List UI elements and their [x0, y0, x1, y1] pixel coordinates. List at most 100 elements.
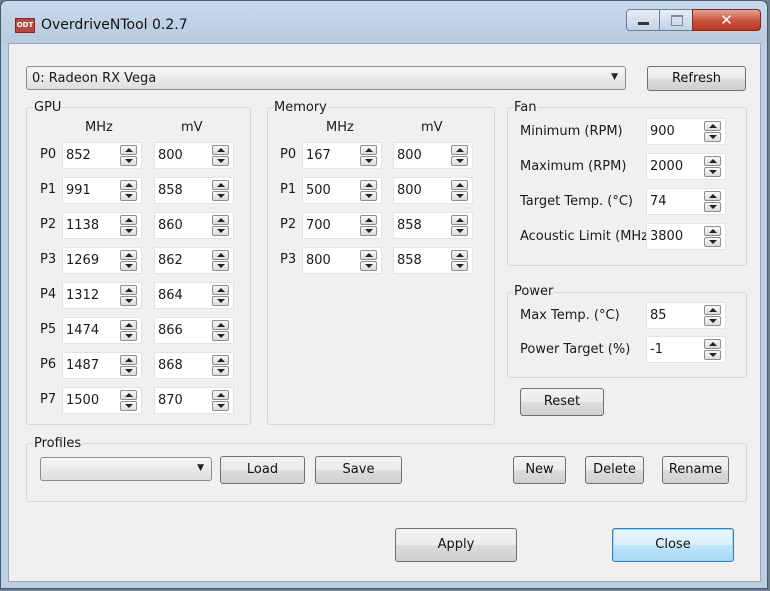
close-window-button[interactable]: ✕ [692, 9, 761, 31]
memory-mv-spinner[interactable]: 800 [393, 142, 473, 169]
spin-down-icon[interactable] [120, 156, 137, 166]
gpu-mhz-spinner[interactable]: 1487 [62, 352, 142, 379]
memory-mhz-spinner[interactable]: 500 [302, 177, 382, 204]
spin-down-icon[interactable] [451, 226, 468, 236]
title-bar[interactable]: ODT OverdriveNTool 0.2.7 ✕ [1, 1, 767, 43]
memory-mhz-spinner[interactable]: 800 [302, 247, 382, 274]
spin-up-icon[interactable] [120, 215, 137, 225]
spin-up-icon[interactable] [120, 180, 137, 190]
gpu-mhz-spinner-value[interactable]: 1138 [66, 218, 99, 233]
spin-down-icon[interactable] [212, 156, 229, 166]
spin-down-icon[interactable] [360, 191, 377, 201]
spin-down-icon[interactable] [212, 366, 229, 376]
fan-setting-spinner[interactable]: 2000 [646, 153, 726, 180]
spin-down-icon[interactable] [120, 296, 137, 306]
spin-down-icon[interactable] [120, 261, 137, 271]
memory-mhz-spinner-value[interactable]: 500 [306, 183, 331, 198]
memory-mhz-spinner-value[interactable]: 167 [306, 148, 331, 163]
minimize-button[interactable] [626, 9, 660, 31]
gpu-mhz-spinner[interactable]: 1269 [62, 247, 142, 274]
gpu-mhz-spinner[interactable]: 1500 [62, 387, 142, 414]
gpu-mhz-spinner[interactable]: 991 [62, 177, 142, 204]
gpu-mv-spinner[interactable]: 800 [154, 142, 234, 169]
gpu-mv-spinner[interactable]: 866 [154, 317, 234, 344]
spin-up-icon[interactable] [120, 250, 137, 260]
fan-setting-spinner-value[interactable]: 900 [650, 124, 675, 139]
gpu-mhz-spinner-value[interactable]: 1474 [66, 323, 99, 338]
gpu-mhz-spinner[interactable]: 852 [62, 142, 142, 169]
gpu-mv-spinner-value[interactable]: 860 [158, 218, 183, 233]
spin-down-icon[interactable] [212, 331, 229, 341]
fan-setting-spinner-value[interactable]: 74 [650, 194, 667, 209]
fan-setting-spinner-value[interactable]: 2000 [650, 159, 683, 174]
memory-mv-spinner-value[interactable]: 800 [397, 183, 422, 198]
spin-down-icon[interactable] [120, 331, 137, 341]
power-setting-spinner[interactable]: 85 [646, 302, 726, 329]
profile-select[interactable]: ▼ [40, 457, 212, 481]
refresh-button[interactable]: Refresh [647, 66, 746, 91]
spin-down-icon[interactable] [704, 237, 721, 247]
power-setting-spinner-value[interactable]: -1 [650, 342, 663, 357]
gpu-select[interactable]: 0: Radeon RX Vega ▼ [26, 66, 626, 90]
memory-mv-spinner-value[interactable]: 858 [397, 253, 422, 268]
spin-up-icon[interactable] [360, 145, 377, 155]
spin-down-icon[interactable] [704, 167, 721, 177]
save-profile-button[interactable]: Save [315, 456, 402, 484]
spin-down-icon[interactable] [360, 156, 377, 166]
close-button[interactable]: Close [612, 528, 734, 562]
gpu-mhz-spinner-value[interactable]: 1269 [66, 253, 99, 268]
spin-up-icon[interactable] [360, 180, 377, 190]
load-profile-button[interactable]: Load [220, 456, 305, 484]
spin-up-icon[interactable] [360, 250, 377, 260]
gpu-mhz-spinner-value[interactable]: 991 [66, 183, 91, 198]
gpu-mhz-spinner-value[interactable]: 852 [66, 148, 91, 163]
spin-up-icon[interactable] [704, 226, 721, 236]
spin-up-icon[interactable] [704, 339, 721, 349]
memory-mhz-spinner-value[interactable]: 700 [306, 218, 331, 233]
gpu-mv-spinner[interactable]: 862 [154, 247, 234, 274]
gpu-mhz-spinner-value[interactable]: 1487 [66, 358, 99, 373]
spin-up-icon[interactable] [120, 355, 137, 365]
gpu-mhz-spinner[interactable]: 1138 [62, 212, 142, 239]
gpu-mhz-spinner[interactable]: 1474 [62, 317, 142, 344]
spin-down-icon[interactable] [212, 226, 229, 236]
spin-down-icon[interactable] [212, 401, 229, 411]
gpu-mv-spinner[interactable]: 870 [154, 387, 234, 414]
spin-up-icon[interactable] [120, 145, 137, 155]
gpu-mv-spinner[interactable]: 860 [154, 212, 234, 239]
power-setting-spinner-value[interactable]: 85 [650, 308, 667, 323]
spin-down-icon[interactable] [120, 401, 137, 411]
spin-up-icon[interactable] [212, 355, 229, 365]
spin-up-icon[interactable] [451, 180, 468, 190]
gpu-mv-spinner-value[interactable]: 870 [158, 393, 183, 408]
delete-profile-button[interactable]: Delete [585, 456, 644, 484]
spin-up-icon[interactable] [704, 156, 721, 166]
rename-profile-button[interactable]: Rename [662, 456, 729, 484]
spin-down-icon[interactable] [120, 366, 137, 376]
fan-setting-spinner-value[interactable]: 3800 [650, 229, 683, 244]
spin-up-icon[interactable] [212, 320, 229, 330]
power-setting-spinner[interactable]: -1 [646, 336, 726, 363]
spin-down-icon[interactable] [120, 191, 137, 201]
memory-mv-spinner[interactable]: 800 [393, 177, 473, 204]
spin-down-icon[interactable] [704, 316, 721, 326]
memory-mv-spinner-value[interactable]: 858 [397, 218, 422, 233]
gpu-mv-spinner-value[interactable]: 864 [158, 288, 183, 303]
spin-up-icon[interactable] [451, 145, 468, 155]
spin-down-icon[interactable] [704, 132, 721, 142]
spin-down-icon[interactable] [360, 226, 377, 236]
spin-down-icon[interactable] [212, 191, 229, 201]
gpu-mhz-spinner-value[interactable]: 1312 [66, 288, 99, 303]
gpu-mv-spinner[interactable]: 858 [154, 177, 234, 204]
spin-down-icon[interactable] [120, 226, 137, 236]
reset-button[interactable]: Reset [520, 388, 604, 416]
memory-mhz-spinner[interactable]: 700 [302, 212, 382, 239]
spin-up-icon[interactable] [704, 191, 721, 201]
spin-up-icon[interactable] [212, 390, 229, 400]
gpu-mv-spinner-value[interactable]: 862 [158, 253, 183, 268]
spin-up-icon[interactable] [120, 285, 137, 295]
spin-up-icon[interactable] [212, 145, 229, 155]
spin-up-icon[interactable] [212, 215, 229, 225]
gpu-mhz-spinner-value[interactable]: 1500 [66, 393, 99, 408]
maximize-button[interactable] [659, 9, 693, 31]
